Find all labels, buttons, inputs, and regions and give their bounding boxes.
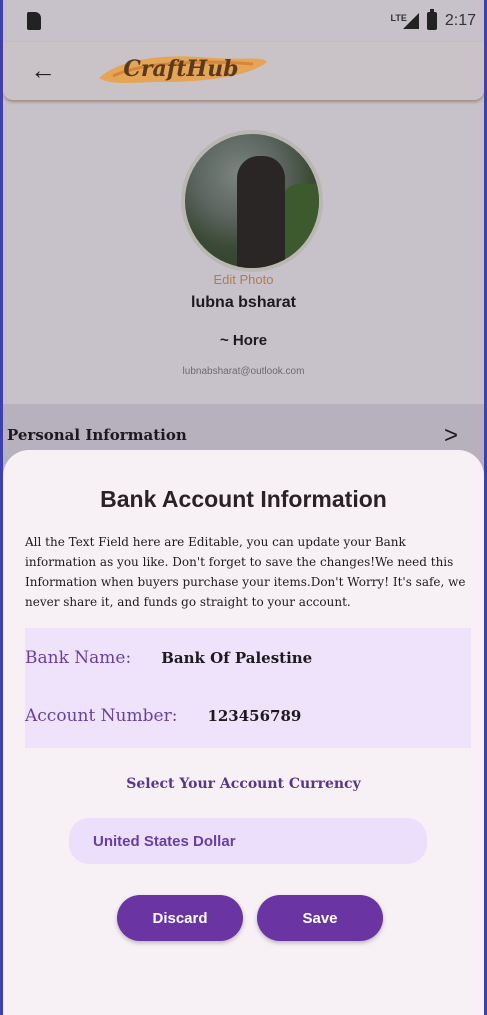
currency-label: Select Your Account Currency	[126, 776, 361, 792]
account-number-field[interactable]: 123456789	[207, 707, 301, 725]
photo-figure	[237, 156, 285, 268]
signal-icon: LTE	[391, 13, 419, 29]
crafthub-logo: CraftHub	[93, 48, 269, 90]
bank-name-field[interactable]: Bank Of Palestine	[161, 649, 312, 667]
back-arrow-icon[interactable]: ←	[29, 56, 57, 84]
bank-name-label: Bank Name:	[25, 648, 132, 668]
save-button[interactable]: Save	[257, 895, 383, 941]
chevron-right-icon: >	[443, 422, 458, 449]
profile-role: ~ Hore	[219, 332, 268, 349]
profile-photo	[185, 134, 319, 268]
battery-icon	[426, 9, 437, 30]
discard-button[interactable]: Discard	[117, 895, 243, 941]
currency-selected-value: United States Dollar	[93, 832, 236, 850]
sheet-title: Bank Account Information	[100, 486, 387, 512]
profile-email: lubnabsharat@outlook.com	[182, 366, 305, 377]
status-right: LTE 2:17	[391, 9, 476, 30]
profile-name: lubna bsharat	[191, 294, 296, 311]
network-type: LTE	[390, 13, 407, 23]
sim-card-icon	[27, 12, 41, 30]
account-number-row[interactable]: Account Number: 123456789	[25, 706, 301, 726]
personal-information-label: Personal Information	[7, 426, 187, 444]
edit-photo-link[interactable]: Edit Photo	[3, 272, 484, 287]
status-time: 2:17	[444, 12, 476, 29]
avatar[interactable]	[181, 130, 323, 272]
logo-text: CraftHub	[123, 56, 239, 82]
app-bar: ← CraftHub	[3, 42, 484, 100]
bank-account-bottom-sheet: Bank Account Information All the Text Fi…	[3, 450, 484, 1015]
currency-dropdown[interactable]: United States Dollar	[69, 818, 427, 864]
status-bar: LTE 2:17	[3, 0, 484, 42]
bank-name-row[interactable]: Bank Name: Bank Of Palestine	[25, 648, 312, 668]
account-number-label: Account Number:	[25, 706, 178, 726]
bank-details-card: Bank Name: Bank Of Palestine Account Num…	[25, 628, 471, 748]
sheet-description: All the Text Field here are Editable, yo…	[25, 535, 466, 609]
